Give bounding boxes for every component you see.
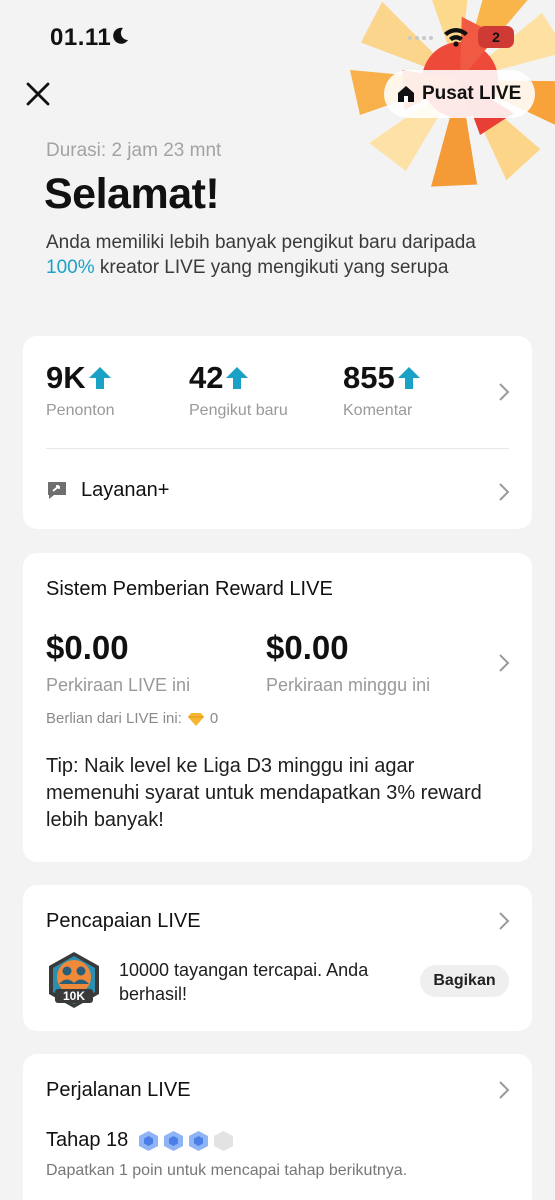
reward-week-label: Perkiraan minggu ini <box>266 675 431 695</box>
stage-label: Tahap 18 <box>46 1129 129 1151</box>
achievement-badge-icon: 10K <box>49 952 99 1008</box>
stat-viewers[interactable]: 9K Penonton <box>46 360 115 420</box>
chevron-right-icon[interactable] <box>497 911 511 931</box>
journey-card: Perjalanan LIVE Tahap 18 Dapatkan 1 poin… <box>23 1054 532 1200</box>
arrow-up-icon <box>88 367 111 389</box>
badge-label: 10K <box>63 989 85 1003</box>
stat-label: Komentar <box>343 402 413 419</box>
page-title: Selamat! <box>44 170 220 218</box>
summary-description: Anda memiliki lebih banyak pengikut baru… <box>46 230 516 280</box>
diamonds-value: 0 <box>209 710 219 727</box>
stat-label: Pengikut baru <box>189 402 288 419</box>
stat-comments[interactable]: 855 Komentar <box>343 360 421 420</box>
reward-week-estimate: $0.00 Perkiraan minggu ini <box>266 629 430 696</box>
chevron-right-icon[interactable] <box>497 1080 511 1100</box>
journey-stage-row: Tahap 18 <box>46 1129 234 1152</box>
chat-icon <box>48 482 66 499</box>
live-center-label: Pusat LIVE <box>422 83 522 104</box>
desc-highlight: 100% <box>46 257 95 278</box>
reward-live-value: $0.00 <box>46 629 129 666</box>
stat-value: 855 <box>343 360 395 395</box>
journey-hint: Dapatkan 1 poin untuk mencapai tahap ber… <box>46 1162 408 1179</box>
stat-value: 42 <box>189 360 224 395</box>
level-hex-filled-icon <box>139 1130 159 1151</box>
service-plus-label: Layanan+ <box>81 478 170 501</box>
chevron-right-icon[interactable] <box>497 653 511 673</box>
diamonds-label: Berlian dari LIVE ini: <box>46 710 182 727</box>
live-center-button[interactable]: Pusat LIVE <box>384 70 536 118</box>
diamond-icon <box>187 712 204 726</box>
wifi-icon <box>444 28 468 47</box>
status-bar: 01.11 2 <box>0 0 555 70</box>
reward-live-estimate: $0.00 Perkiraan LIVE ini <box>46 629 190 696</box>
level-progress <box>138 1130 234 1152</box>
journey-title: Perjalanan LIVE <box>46 1079 191 1101</box>
achievement-text: 10000 tayangan tercapai. Anda berhasil! <box>119 960 369 1004</box>
level-hex-empty-icon <box>214 1130 234 1151</box>
moon-icon <box>113 27 128 44</box>
rewards-card: Sistem Pemberian Reward LIVE $0.00 Perki… <box>23 553 532 862</box>
share-button[interactable]: Bagikan <box>420 965 509 997</box>
rewards-title: Sistem Pemberian Reward LIVE <box>46 578 333 600</box>
chevron-right-icon[interactable] <box>497 382 511 402</box>
arrow-up-icon <box>226 367 249 389</box>
desc-part2: kreator LIVE yang mengikuti yang serupa <box>94 257 449 278</box>
diamonds-row: Berlian dari LIVE ini: 0 <box>46 710 218 727</box>
desc-part1: Anda memiliki lebih banyak pengikut baru… <box>46 232 476 253</box>
signal-icon <box>408 36 433 40</box>
service-plus-row[interactable]: Layanan+ <box>45 478 169 502</box>
stat-label: Penonton <box>46 402 115 419</box>
achievements-title: Pencapaian LIVE <box>46 910 201 932</box>
achievements-card: Pencapaian LIVE 10K 10000 tayangan terca… <box>23 885 532 1031</box>
stat-value: 9K <box>46 360 86 395</box>
arrow-up-icon <box>397 367 420 389</box>
reward-live-label: Perkiraan LIVE ini <box>46 675 191 695</box>
stats-card: 9K Penonton 42 Pengikut baru 855 Komenta… <box>23 336 532 529</box>
reward-week-value: $0.00 <box>266 629 349 666</box>
home-icon <box>398 86 414 102</box>
divider <box>46 448 509 449</box>
close-icon[interactable] <box>22 78 54 110</box>
status-time: 01.11 <box>50 24 112 51</box>
battery-indicator: 2 <box>478 26 514 48</box>
level-hex-filled-icon <box>189 1130 209 1151</box>
duration-text: Durasi: 2 jam 23 mnt <box>46 140 222 161</box>
reward-tip: Tip: Naik level ke Liga D3 minggu ini ag… <box>46 755 482 831</box>
chevron-right-icon[interactable] <box>497 482 511 502</box>
level-hex-filled-icon <box>164 1130 184 1151</box>
stat-new-followers[interactable]: 42 Pengikut baru <box>189 360 288 420</box>
